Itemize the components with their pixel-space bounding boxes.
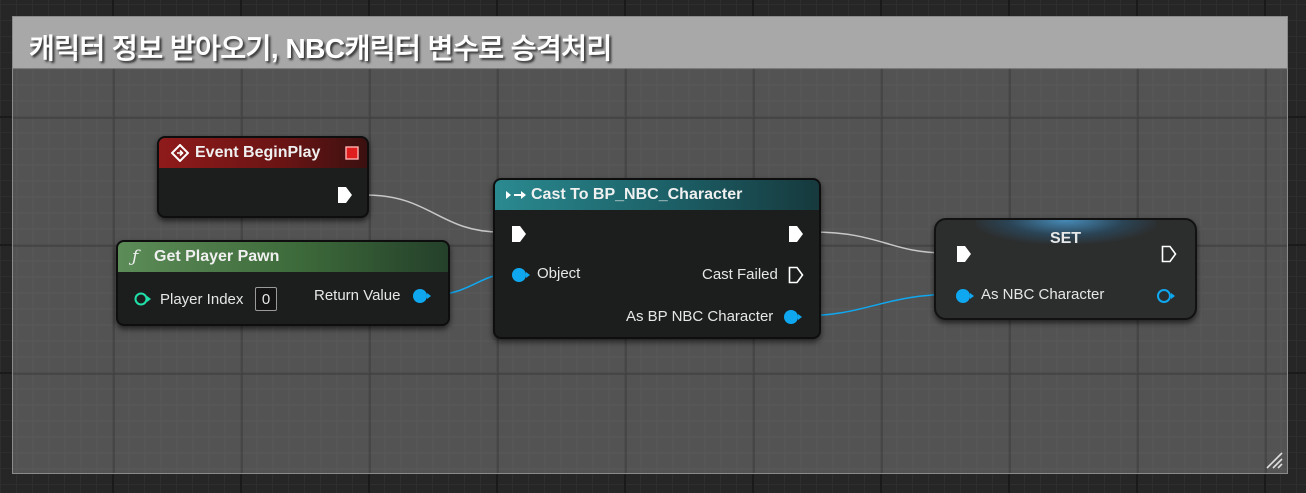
node-title: Event BeginPlay — [195, 144, 321, 161]
return-value-label: Return Value — [314, 287, 401, 304]
comment-header[interactable]: 캐릭터 정보 받아오기, NBC캐릭터 변수로 승격처리 — [13, 17, 1287, 69]
set-title: SET — [1049, 230, 1082, 247]
object-pin[interactable] — [511, 267, 531, 283]
cast-failed-pin[interactable] — [788, 266, 804, 284]
player-index-value: 0 — [261, 291, 271, 308]
as-bp-nbc-character-label: As BP NBC Character — [626, 308, 774, 325]
player-index-pin[interactable] — [134, 292, 152, 306]
event-begin-play-node[interactable]: Event BeginPlay — [157, 136, 369, 218]
set-node[interactable]: SET As NBC Character — [934, 218, 1197, 320]
resize-grip-icon[interactable] — [1265, 451, 1283, 469]
cast-failed-label: Cast Failed — [702, 266, 778, 283]
comment-title: 캐릭터 정보 받아오기, NBC캐릭터 변수로 승격처리 — [29, 33, 612, 64]
cast-to-node[interactable]: Cast To BP_NBC_Character Object Cast Fai… — [493, 178, 821, 339]
node-title: Cast To BP_NBC_Character — [531, 186, 743, 203]
player-index-label: Player Index — [160, 291, 244, 308]
function-icon: ƒ — [132, 247, 139, 267]
get-player-pawn-header[interactable]: ƒ Get Player Pawn — [118, 242, 448, 272]
cast-arrow-icon — [506, 191, 526, 199]
cast-to-header[interactable]: Cast To BP_NBC_Character — [495, 180, 819, 210]
exec-out-pin[interactable] — [337, 186, 353, 204]
exec-in-pin[interactable] — [956, 245, 972, 263]
delegate-square-icon[interactable] — [345, 146, 359, 160]
event-begin-play-header[interactable]: Event BeginPlay — [159, 138, 367, 168]
as-bp-nbc-character-pin[interactable] — [783, 309, 803, 325]
object-label: Object — [537, 265, 581, 282]
get-player-pawn-node[interactable]: ƒ Get Player Pawn Player Index 0 Return … — [116, 240, 450, 326]
as-nbc-character-in-pin[interactable] — [955, 288, 975, 304]
exec-out-pin[interactable] — [1161, 245, 1177, 263]
exec-in-pin[interactable] — [511, 225, 527, 243]
exec-out-pin[interactable] — [788, 225, 804, 243]
player-index-input[interactable]: 0 — [255, 287, 277, 311]
graph-canvas[interactable]: 캐릭터 정보 받아오기, NBC캐릭터 변수로 승격처리 Event Begin… — [0, 0, 1306, 493]
as-nbc-character-label: As NBC Character — [981, 286, 1105, 303]
as-nbc-character-out-pin[interactable] — [1156, 288, 1176, 304]
node-title: Get Player Pawn — [154, 248, 280, 265]
return-value-pin[interactable] — [412, 288, 432, 304]
event-diamond-icon — [171, 144, 189, 162]
